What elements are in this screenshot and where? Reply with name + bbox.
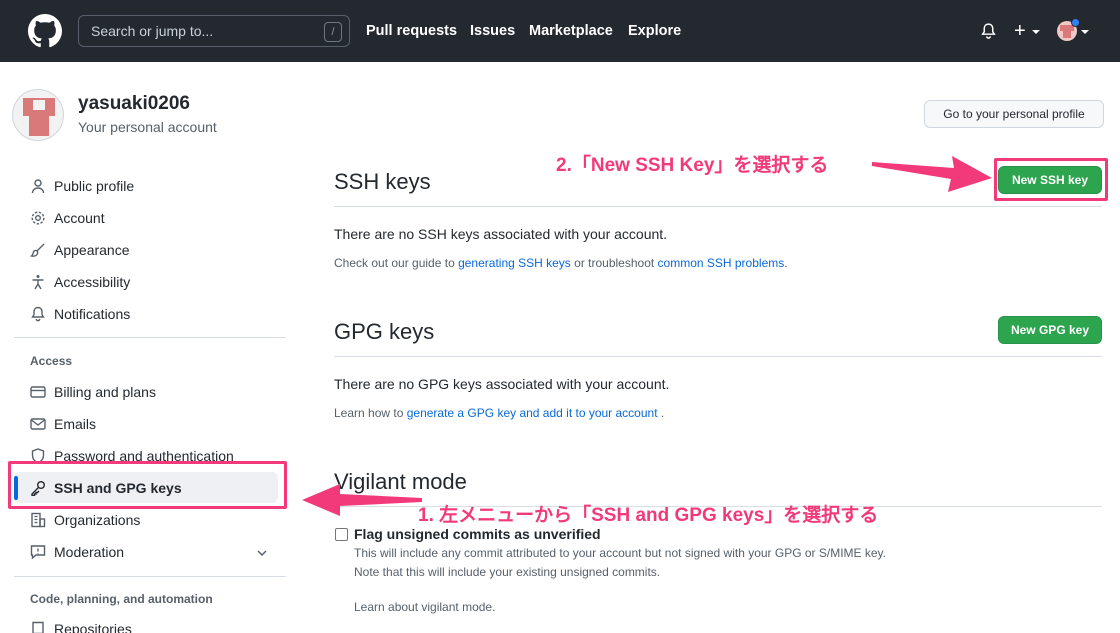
global-header: Search or jump to... / Pull requests Iss… [0, 0, 1120, 62]
gear-icon [31, 211, 45, 225]
common-ssh-problems-link[interactable]: common SSH problems [658, 256, 785, 270]
bell-icon[interactable] [980, 22, 997, 40]
credit-card-icon [30, 386, 46, 398]
account-username[interactable]: yasuaki0206 [78, 93, 190, 115]
chevron-down-icon[interactable] [256, 547, 268, 559]
sidebar-heading-access: Access [30, 354, 73, 368]
annotation-arrow-right-icon [872, 156, 992, 192]
mail-icon [30, 418, 46, 430]
sidebar-item-appearance[interactable]: Appearance [30, 238, 280, 262]
sidebar-item-label: Account [54, 210, 105, 226]
search-shortcut-badge: / [324, 22, 342, 42]
flag-unsigned-commits-checkbox[interactable] [335, 528, 348, 541]
nav-marketplace[interactable]: Marketplace [529, 23, 613, 39]
ssh-help-prefix: Check out our guide to [334, 256, 459, 270]
accessibility-icon [32, 275, 44, 290]
sidebar-item-label: Appearance [54, 242, 130, 258]
search-placeholder: Search or jump to... [91, 23, 214, 39]
gpg-help-suffix: . [657, 406, 665, 420]
sidebar-item-billing[interactable]: Billing and plans [30, 380, 280, 404]
bell-icon [31, 306, 45, 322]
create-caret-icon [1032, 30, 1040, 34]
sidebar-item-label: Notifications [54, 306, 131, 322]
status-dot [1071, 18, 1080, 27]
person-icon [31, 179, 45, 194]
github-logo-icon[interactable] [28, 14, 62, 48]
flag-unsigned-commits-label[interactable]: Flag unsigned commits as unverified [354, 526, 601, 542]
annotation-arrow-left-icon [302, 484, 422, 516]
new-gpg-key-button[interactable]: New GPG key [998, 316, 1102, 344]
ssh-help-suffix: . [784, 256, 788, 270]
sidebar-item-emails[interactable]: Emails [30, 412, 280, 436]
annotation-box-sidebar [8, 461, 287, 509]
ssh-help-mid: or troubleshoot [570, 256, 658, 270]
report-icon [30, 545, 46, 560]
section-divider [334, 206, 1102, 207]
gpg-help-prefix: Learn how to [334, 406, 407, 420]
account-avatar [12, 89, 64, 141]
vigilant-note-line-1: This will include any commit attributed … [354, 546, 887, 560]
sidebar-heading-code: Code, planning, and automation [30, 592, 213, 606]
gpg-keys-heading: GPG keys [334, 319, 435, 344]
search-input[interactable]: Search or jump to... / [78, 15, 350, 47]
paintbrush-icon [30, 243, 45, 257]
ssh-help-text: Check out our guide to generating SSH ke… [334, 256, 788, 270]
sidebar-item-label: Accessibility [54, 274, 131, 290]
sidebar-item-label: Repositories [54, 621, 132, 633]
create-new-icon[interactable]: + [1014, 20, 1026, 42]
avatar-caret-icon [1081, 30, 1089, 34]
sidebar-divider [14, 337, 286, 338]
organization-icon [31, 512, 46, 528]
sidebar-item-label: Billing and plans [54, 384, 156, 400]
generating-ssh-keys-link[interactable]: generating SSH keys [458, 256, 571, 270]
sidebar-divider [14, 576, 286, 577]
annotation-step-2: 2.「New SSH Key」を選択する [556, 155, 829, 176]
gpg-empty-message: There are no GPG keys associated with yo… [334, 376, 670, 392]
learn-vigilant-mode-link[interactable]: Learn about vigilant mode. [354, 600, 495, 614]
sidebar-item-label: Public profile [54, 178, 135, 194]
annotation-box-new-ssh [994, 158, 1108, 201]
sidebar-item-accessibility[interactable]: Accessibility [30, 270, 280, 294]
go-to-profile-button[interactable]: Go to your personal profile [924, 100, 1104, 128]
nav-issues[interactable]: Issues [470, 23, 515, 39]
generate-gpg-key-link[interactable]: generate a GPG key and add it to your ac… [407, 406, 658, 420]
gpg-help-text: Learn how to generate a GPG key and add … [334, 406, 664, 420]
account-subtitle: Your personal account [78, 119, 217, 135]
nav-pull-requests[interactable]: Pull requests [366, 23, 457, 39]
ssh-keys-heading: SSH keys [334, 169, 431, 194]
sidebar-item-notifications[interactable]: Notifications [30, 302, 280, 326]
annotation-step-1: 1. 左メニューから「SSH and GPG keys」を選択する [418, 505, 879, 526]
sidebar-item-repositories[interactable]: Repositories [30, 617, 280, 633]
vigilant-note-line-2: Note that this will include your existin… [354, 565, 661, 579]
ssh-empty-message: There are no SSH keys associated with yo… [334, 226, 668, 242]
sidebar-item-label: Emails [54, 416, 97, 432]
sidebar-item-account[interactable]: Account [30, 206, 280, 230]
sidebar-item-public-profile[interactable]: Public profile [30, 174, 280, 198]
section-divider [334, 356, 1102, 357]
sidebar-item-label: Organizations [54, 512, 141, 528]
sidebar-item-organizations[interactable]: Organizations [30, 508, 280, 532]
nav-explore[interactable]: Explore [628, 23, 681, 39]
repo-icon [32, 621, 44, 633]
sidebar-item-label: Moderation [54, 544, 125, 560]
sidebar-item-moderation[interactable]: Moderation [30, 540, 280, 564]
